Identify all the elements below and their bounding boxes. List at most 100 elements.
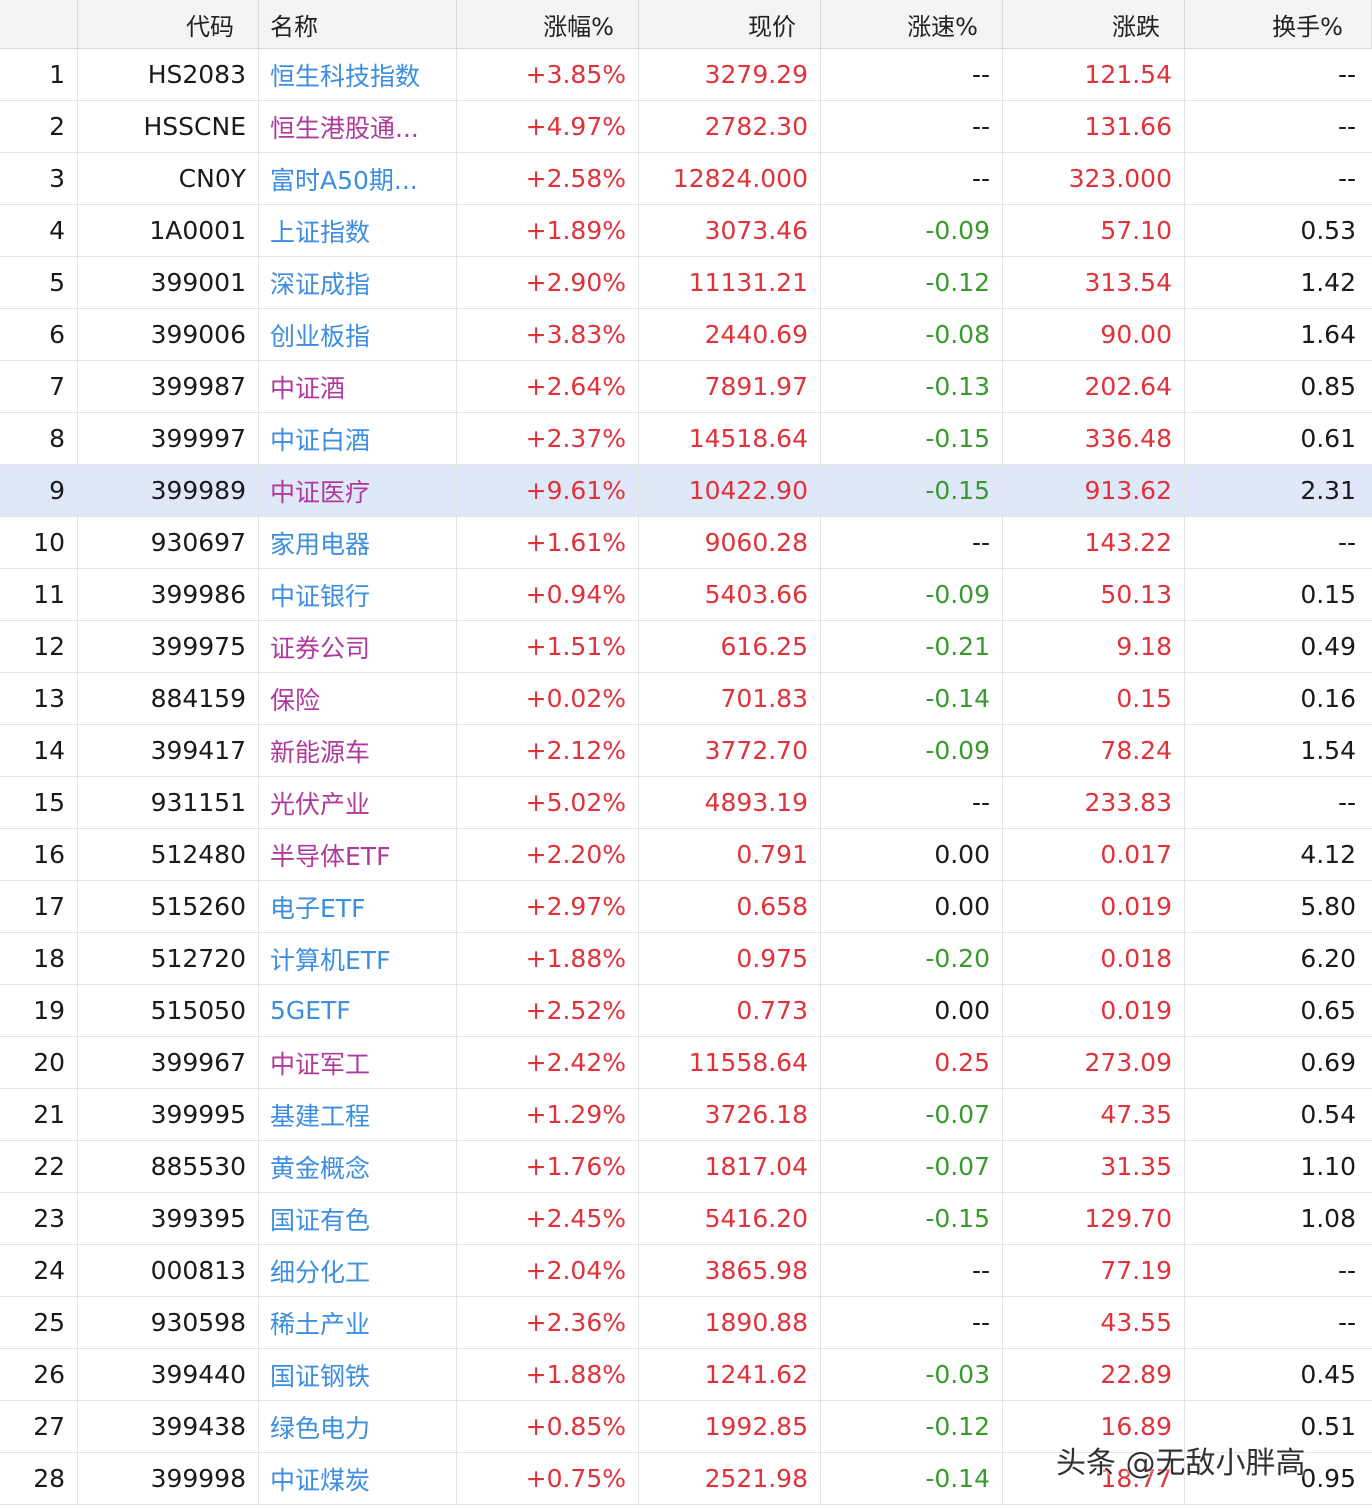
name-cell[interactable]: 稀土产业 [259, 1297, 457, 1348]
table-row[interactable]: 10 930697 家用电器 +1.61% 9060.28 -- 143.22 -- [0, 517, 1372, 569]
code-cell: 399006 [78, 309, 259, 360]
table-row[interactable]: 25 930598 稀土产业 +2.36% 1890.88 -- 43.55 -- [0, 1297, 1372, 1349]
speed-pct-cell: -- [821, 777, 1003, 828]
turnover-pct-cell: -- [1337, 788, 1356, 817]
table-row[interactable]: 11 399986 中证银行 +0.94% 5403.66 -0.09 50.13 0.15 [0, 569, 1372, 621]
table-row[interactable]: 9 399989 中证医疗 +9.61% 10422.90 -0.15 913.62 2.31 [0, 465, 1372, 517]
table-row[interactable]: 17 515260 电子ETF +2.97% 0.658 0.00 0.019 5.80 [0, 881, 1372, 933]
change-cell: 0.019 [1003, 985, 1185, 1036]
header-index[interactable] [0, 0, 78, 48]
name-cell[interactable]: 光伏产业 [259, 777, 457, 828]
name-cell[interactable]: 富时A50期... [259, 153, 457, 204]
index-cell: 18 [0, 933, 78, 984]
change-pct-cell: +1.88% [457, 933, 639, 984]
name-cell[interactable]: 计算机ETF [259, 933, 457, 984]
name-cell[interactable]: 国证钢铁 [259, 1349, 457, 1400]
name-cell[interactable]: 中证煤炭 [259, 1453, 457, 1504]
change-cell: 143.22 [1003, 517, 1185, 568]
table-row[interactable]: 1 HS2083 恒生科技指数 +3.85% 3279.29 -- 121.54 -- [0, 49, 1372, 101]
turnover-pct-cell: 1.08 [1300, 1204, 1356, 1233]
name-cell[interactable]: 创业板指 [259, 309, 457, 360]
table-row[interactable]: 6 399006 创业板指 +3.83% 2440.69 -0.08 90.00 1.64 [0, 309, 1372, 361]
code-cell: 399438 [78, 1401, 259, 1452]
header-speed-pct[interactable]: 涨速% [821, 0, 1003, 48]
table-row[interactable]: 15 931151 光伏产业 +5.02% 4893.19 -- 233.83 -- [0, 777, 1372, 829]
index-cell: 28 [0, 1453, 78, 1504]
price-cell: 14518.64 [639, 413, 821, 464]
header-change[interactable]: 涨跌 [1003, 0, 1185, 48]
table-row[interactable]: 14 399417 新能源车 +2.12% 3772.70 -0.09 78.24 1.54 [0, 725, 1372, 777]
change-cell: 273.09 [1003, 1037, 1185, 1088]
header-price[interactable]: 现价 [639, 0, 821, 48]
name-cell[interactable]: 中证医疗 [259, 465, 457, 516]
code-cell: 512720 [78, 933, 259, 984]
name-cell[interactable]: 黄金概念 [259, 1141, 457, 1192]
index-cell: 11 [0, 569, 78, 620]
table-row[interactable]: 26 399440 国证钢铁 +1.88% 1241.62 -0.03 22.89 0.45 [0, 1349, 1372, 1401]
name-cell[interactable]: 家用电器 [259, 517, 457, 568]
name-cell[interactable]: 保险 [259, 673, 457, 724]
index-cell: 20 [0, 1037, 78, 1088]
header-code[interactable]: 代码 [78, 0, 259, 48]
table-row[interactable]: 7 399987 中证酒 +2.64% 7891.97 -0.13 202.64 0.85 [0, 361, 1372, 413]
name-cell[interactable]: 深证成指 [259, 257, 457, 308]
table-row[interactable]: 21 399995 基建工程 +1.29% 3726.18 -0.07 47.35 0.54 [0, 1089, 1372, 1141]
speed-pct-cell: -0.12 [821, 1401, 1003, 1452]
table-row[interactable]: 20 399967 中证军工 +2.42% 11558.64 0.25 273.09 0.69 [0, 1037, 1372, 1089]
change-pct-cell: +2.37% [457, 413, 639, 464]
table-row[interactable]: 13 884159 保险 +0.02% 701.83 -0.14 0.15 0.16 [0, 673, 1372, 725]
change-pct-cell: +2.45% [457, 1193, 639, 1244]
name-cell[interactable]: 新能源车 [259, 725, 457, 776]
table-row[interactable]: 2 HSSCNE 恒生港股通... +4.97% 2782.30 -- 131.66 -- [0, 101, 1372, 153]
table-row[interactable]: 5 399001 深证成指 +2.90% 11131.21 -0.12 313.54 1.42 [0, 257, 1372, 309]
change-pct-cell: +1.61% [457, 517, 639, 568]
header-turnover-pct[interactable]: 换手% [1185, 0, 1372, 48]
name-cell[interactable]: 5GETF [259, 985, 457, 1036]
index-cell: 15 [0, 777, 78, 828]
change-pct-cell: +1.29% [457, 1089, 639, 1140]
name-cell[interactable]: 半导体ETF [259, 829, 457, 880]
code-cell: HSSCNE [78, 101, 259, 152]
name-cell[interactable]: 电子ETF [259, 881, 457, 932]
change-pct-cell: +0.02% [457, 673, 639, 724]
header-name[interactable]: 名称 [259, 0, 457, 48]
name-cell[interactable]: 中证银行 [259, 569, 457, 620]
name-cell[interactable]: 细分化工 [259, 1245, 457, 1296]
code-cell: 399975 [78, 621, 259, 672]
name-cell[interactable]: 上证指数 [259, 205, 457, 256]
index-cell: 14 [0, 725, 78, 776]
turnover-pct-cell: 1.10 [1300, 1152, 1356, 1181]
name-cell[interactable]: 中证军工 [259, 1037, 457, 1088]
price-cell: 2521.98 [639, 1453, 821, 1504]
name-cell[interactable]: 基建工程 [259, 1089, 457, 1140]
table-row[interactable]: 23 399395 国证有色 +2.45% 5416.20 -0.15 129.70 1.08 [0, 1193, 1372, 1245]
table-row[interactable]: 28 399998 中证煤炭 +0.75% 2521.98 -0.14 18.77 0.95 [0, 1453, 1372, 1505]
name-cell[interactable]: 恒生科技指数 [259, 49, 457, 100]
price-cell: 701.83 [639, 673, 821, 724]
table-row[interactable]: 4 1A0001 上证指数 +1.89% 3073.46 -0.09 57.10 0.53 [0, 205, 1372, 257]
index-cell: 9 [0, 465, 78, 516]
name-cell[interactable]: 中证酒 [259, 361, 457, 412]
table-row[interactable]: 16 512480 半导体ETF +2.20% 0.791 0.00 0.017 4.12 [0, 829, 1372, 881]
name-cell[interactable]: 证券公司 [259, 621, 457, 672]
change-pct-cell: +2.64% [457, 361, 639, 412]
table-row[interactable]: 27 399438 绿色电力 +0.85% 1992.85 -0.12 16.89 0.51 [0, 1401, 1372, 1453]
header-change-pct[interactable]: 涨幅% [457, 0, 639, 48]
change-cell: 233.83 [1003, 777, 1185, 828]
name-cell[interactable]: 中证白酒 [259, 413, 457, 464]
table-row[interactable]: 19 515050 5GETF +2.52% 0.773 0.00 0.019 0.65 [0, 985, 1372, 1037]
name-cell[interactable]: 绿色电力 [259, 1401, 457, 1452]
price-cell: 2440.69 [639, 309, 821, 360]
table-row[interactable]: 12 399975 证券公司 +1.51% 616.25 -0.21 9.18 0.49 [0, 621, 1372, 673]
price-cell: 0.658 [639, 881, 821, 932]
table-row[interactable]: 24 000813 细分化工 +2.04% 3865.98 -- 77.19 -- [0, 1245, 1372, 1297]
name-cell[interactable]: 恒生港股通... [259, 101, 457, 152]
name-cell[interactable]: 国证有色 [259, 1193, 457, 1244]
table-row[interactable]: 3 CN0Y 富时A50期... +2.58% 12824.000 -- 323.000 -- [0, 153, 1372, 205]
change-pct-cell: +2.20% [457, 829, 639, 880]
table-row[interactable]: 8 399997 中证白酒 +2.37% 14518.64 -0.15 336.48 0.61 [0, 413, 1372, 465]
turnover-pct-cell: 0.65 [1300, 996, 1356, 1025]
speed-pct-cell: -0.13 [821, 361, 1003, 412]
table-row[interactable]: 22 885530 黄金概念 +1.76% 1817.04 -0.07 31.35 1.10 [0, 1141, 1372, 1193]
table-row[interactable]: 18 512720 计算机ETF +1.88% 0.975 -0.20 0.018 6.20 [0, 933, 1372, 985]
